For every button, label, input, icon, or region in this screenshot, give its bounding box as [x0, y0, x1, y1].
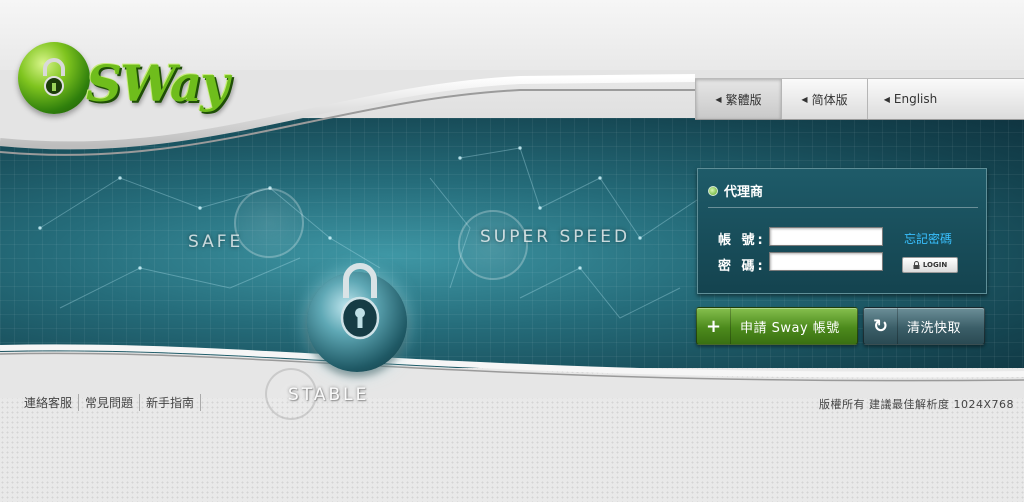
apply-account-button[interactable]: + 申請 Sway 帳號 — [696, 307, 858, 345]
tab-english[interactable]: ◀ English — [867, 79, 953, 119]
account-label: 帳 號: — [718, 233, 766, 248]
apply-account-label: 申請 Sway 帳號 — [740, 320, 840, 336]
login-panel: 代理商 帳 號: 忘記密碼 密 碼: LOGIN — [697, 168, 987, 294]
account-input[interactable] — [769, 227, 883, 246]
tab-simplified-chinese[interactable]: ◀ 简体版 — [781, 79, 867, 119]
contact-support-link[interactable]: 連絡客服 — [18, 394, 80, 411]
slogan-safe: SAFE — [188, 232, 244, 252]
password-label: 密 碼: — [718, 259, 766, 274]
divider — [708, 207, 978, 208]
refresh-icon: ↻ — [864, 308, 898, 344]
caret-left-icon: ◀ — [715, 94, 722, 104]
tab-traditional-chinese[interactable]: ◀ 繁體版 — [695, 79, 781, 119]
clear-cache-button[interactable]: ↻ 清洗快取 — [863, 307, 985, 345]
tab-label: 简体版 — [811, 92, 848, 107]
login-panel-header: 代理商 — [708, 181, 763, 200]
login-button-label: LOGIN — [922, 261, 948, 269]
plus-icon: + — [697, 308, 731, 344]
safe-ring — [234, 188, 304, 258]
slogan-stable: STABLE — [288, 385, 370, 405]
beginner-guide-link[interactable]: 新手指南 — [140, 394, 202, 411]
bullet-icon — [708, 185, 718, 196]
tab-label: English — [893, 92, 938, 106]
copyright-text: 版權所有 建議最佳解析度 1024X768 — [818, 398, 1014, 411]
forgot-password-link[interactable]: 忘記密碼 — [904, 230, 952, 247]
password-input[interactable] — [769, 252, 883, 271]
logo-padlock-icon — [43, 58, 65, 96]
brand-logo[interactable]: SWay — [86, 54, 229, 113]
caret-left-icon: ◀ — [883, 94, 890, 104]
login-panel-title: 代理商 — [724, 185, 764, 200]
footer-links: 連絡客服 常見問題 新手指南 — [18, 394, 202, 411]
padlock-icon — [340, 263, 380, 340]
language-bar: ◀ 繁體版 ◀ 简体版 ◀ English — [695, 78, 1024, 120]
tab-label: 繁體版 — [725, 92, 762, 107]
clear-cache-label: 清洗快取 — [907, 320, 962, 336]
slogan-super-speed: SUPER SPEED — [480, 227, 631, 247]
login-button[interactable]: LOGIN — [902, 257, 958, 273]
lock-icon — [913, 261, 920, 269]
faq-link[interactable]: 常見問題 — [79, 394, 141, 411]
caret-left-icon: ◀ — [801, 94, 808, 104]
